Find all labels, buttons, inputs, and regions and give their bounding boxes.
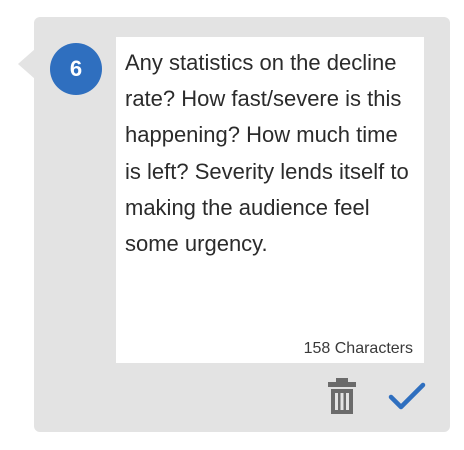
character-count-value: 158 [303, 340, 331, 357]
comment-text-area[interactable]: Any statistics on the decline rate? How … [116, 37, 424, 363]
trash-icon [328, 378, 356, 414]
comment-pointer [18, 49, 35, 79]
comment-text[interactable]: Any statistics on the decline rate? How … [125, 45, 419, 262]
character-count: 158 Characters [304, 340, 413, 358]
confirm-button[interactable] [386, 380, 428, 414]
checkmark-icon [388, 382, 426, 410]
comment-number-badge: 6 [50, 43, 102, 95]
character-count-label: Characters [334, 340, 413, 357]
delete-button[interactable] [326, 378, 358, 416]
